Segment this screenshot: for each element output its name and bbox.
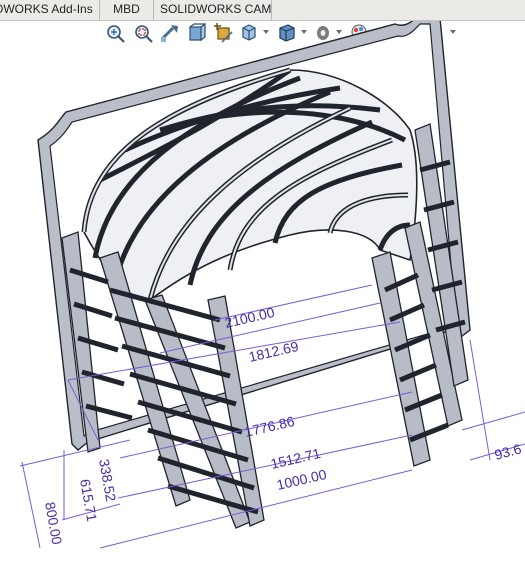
dimension-1000[interactable]: 1000.00 bbox=[275, 466, 328, 493]
dimension-93-6[interactable]: 93.6 bbox=[493, 440, 524, 463]
tab-solidworks-add-ins[interactable]: OWORKS Add-Ins bbox=[0, 0, 100, 20]
command-manager-tabs: OWORKS Add-Ins MBD SOLIDWORKS CAM bbox=[0, 0, 525, 21]
dimension-800[interactable]: 800.00 bbox=[42, 501, 65, 546]
dimension-1776-86[interactable]: 1776.86 bbox=[243, 413, 296, 440]
tab-solidworks-cam[interactable]: SOLIDWORKS CAM bbox=[154, 0, 272, 20]
tab-mbd[interactable]: MBD bbox=[100, 0, 154, 20]
dimension-615-71[interactable]: 615.71 bbox=[77, 478, 100, 523]
frame-model[interactable] bbox=[37, 21, 471, 529]
graphics-area[interactable]: 2100.00 1812.69 1776.86 1512.71 1000.00 … bbox=[0, 21, 525, 571]
dimension-338-52[interactable]: 338.52 bbox=[96, 458, 119, 503]
